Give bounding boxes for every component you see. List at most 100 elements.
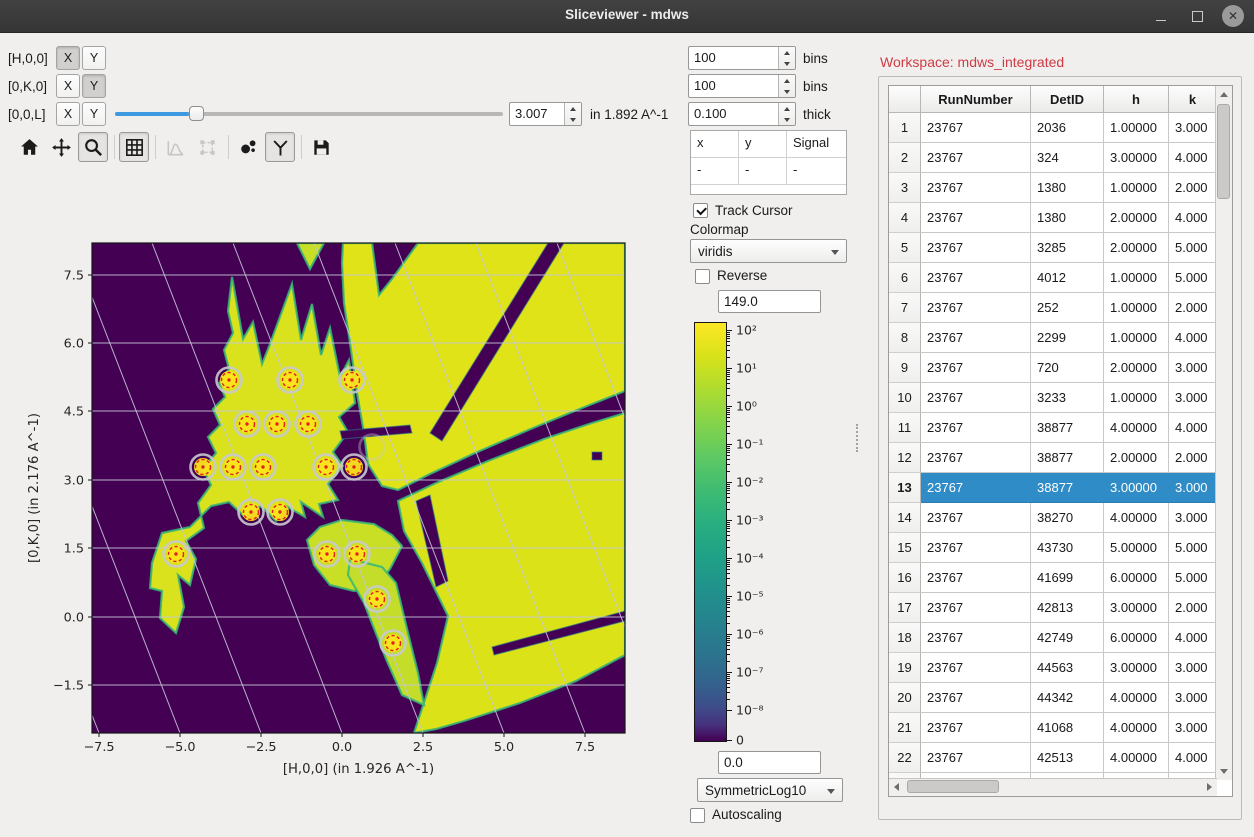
table-cell[interactable]: 23767 <box>921 503 1031 533</box>
table-row[interactable]: 52376732852.000005.000 <box>889 233 1217 263</box>
slice-slider[interactable] <box>115 102 503 126</box>
table-cell[interactable]: 2.00000 <box>1104 443 1169 473</box>
scroll-down-icon[interactable] <box>1220 769 1228 774</box>
table-cell[interactable]: 23767 <box>921 593 1031 623</box>
table-cell[interactable]: 3.00000 <box>1104 593 1169 623</box>
slider-handle[interactable] <box>189 106 204 121</box>
table-row[interactable]: 1923767445633.000003.000 <box>889 653 1217 683</box>
minimize-button[interactable] <box>1150 5 1172 27</box>
table-cell[interactable]: 23767 <box>921 473 1031 503</box>
table-cell[interactable]: 42749 <box>1031 623 1104 653</box>
table-cell[interactable]: 4.00000 <box>1104 683 1169 713</box>
table-cell[interactable]: 2.000 <box>1169 173 1217 203</box>
table-cell[interactable]: 324 <box>1031 143 1104 173</box>
thickness-spinbox[interactable]: 0.100 <box>688 102 796 126</box>
table-row[interactable]: 1823767427496.000004.000 <box>889 623 1217 653</box>
track-cursor-checkbox[interactable] <box>693 203 708 218</box>
table-cell[interactable]: 1380 <box>1031 173 1104 203</box>
table-cell[interactable]: 23767 <box>921 683 1031 713</box>
row-header[interactable]: 16 <box>889 563 921 593</box>
table-cell[interactable]: 3.000 <box>1169 353 1217 383</box>
table-cell[interactable]: 3.000 <box>1169 713 1217 743</box>
table-cell[interactable]: 41699 <box>1031 563 1104 593</box>
table-row[interactable]: 1123767388774.000004.000 <box>889 413 1217 443</box>
table-row[interactable]: 32376713801.000002.000 <box>889 173 1217 203</box>
table-cell[interactable]: 1.00000 <box>1104 263 1169 293</box>
row-header[interactable]: 20 <box>889 683 921 713</box>
row-header[interactable]: 9 <box>889 353 921 383</box>
reverse-checkbox[interactable] <box>695 269 710 284</box>
splitter-handle[interactable] <box>856 424 861 452</box>
bins-x-value[interactable]: 100 <box>689 47 778 69</box>
table-row[interactable]: 2023767443424.000003.000 <box>889 683 1217 713</box>
table-row[interactable]: 1523767437305.000005.000 <box>889 533 1217 563</box>
table-cell[interactable]: 5.000 <box>1169 533 1217 563</box>
table-cell[interactable]: 1.00000 <box>1104 383 1169 413</box>
table-cell[interactable]: 23767 <box>921 173 1031 203</box>
table-cell[interactable]: 23767 <box>921 263 1031 293</box>
table-cell[interactable]: 4.00000 <box>1104 503 1169 533</box>
table-cell[interactable]: 3.000 <box>1169 383 1217 413</box>
table-row[interactable]: 2237673243.000004.000 <box>889 143 1217 173</box>
table-cell[interactable]: 720 <box>1031 353 1104 383</box>
table-cell[interactable]: 2.000 <box>1169 443 1217 473</box>
table-row[interactable]: 1723767428133.000002.000 <box>889 593 1217 623</box>
table-cell[interactable]: 42813 <box>1031 593 1104 623</box>
spin-up-icon[interactable] <box>779 103 795 114</box>
row-header[interactable]: 19 <box>889 653 921 683</box>
row-header[interactable]: 6 <box>889 263 921 293</box>
row-header[interactable]: 18 <box>889 623 921 653</box>
table-cell[interactable]: 23767 <box>921 743 1031 773</box>
spin-arrows[interactable] <box>778 47 795 69</box>
spin-up-icon[interactable] <box>779 75 795 86</box>
table-cell[interactable]: 41068 <box>1031 713 1104 743</box>
table-cell[interactable]: 23767 <box>921 653 1031 683</box>
table-cell[interactable]: 252 <box>1031 293 1104 323</box>
slice-value-spinbox[interactable]: 3.007 <box>509 102 582 126</box>
column-header-detid[interactable]: DetID <box>1031 86 1104 113</box>
table-row[interactable]: 1623767416996.000005.000 <box>889 563 1217 593</box>
table-row[interactable]: 1223767388772.000002.000 <box>889 443 1217 473</box>
table-cell[interactable]: 4.000 <box>1169 143 1217 173</box>
table-cell[interactable]: 2.00000 <box>1104 353 1169 383</box>
table-cell[interactable]: 1.00000 <box>1104 323 1169 353</box>
table-cell[interactable]: 6.00000 <box>1104 563 1169 593</box>
table-cell[interactable]: 38270 <box>1031 503 1104 533</box>
row-header[interactable]: 3 <box>889 173 921 203</box>
table-cell[interactable]: 4.000 <box>1169 323 1217 353</box>
table-cell[interactable]: 23767 <box>921 413 1031 443</box>
table-cell[interactable]: 43730 <box>1031 533 1104 563</box>
scroll-right-icon[interactable] <box>1207 783 1212 791</box>
colormap-select[interactable]: viridis <box>690 239 847 263</box>
table-cell[interactable]: 23767 <box>921 383 1031 413</box>
dim-00l-x-button[interactable]: X <box>56 102 80 126</box>
spin-down-icon[interactable] <box>565 114 581 125</box>
table-cell[interactable]: 3233 <box>1031 383 1104 413</box>
table-cell[interactable]: 1.00000 <box>1104 293 1169 323</box>
row-header[interactable]: 1 <box>889 113 921 143</box>
table-cell[interactable]: 3.000 <box>1169 653 1217 683</box>
table-cell[interactable]: 4.00000 <box>1104 413 1169 443</box>
row-header[interactable]: 12 <box>889 443 921 473</box>
table-row[interactable]: 2123767410684.000003.000 <box>889 713 1217 743</box>
table-cell[interactable]: 44563 <box>1031 653 1104 683</box>
peaks-overlay-button[interactable] <box>233 132 263 162</box>
colorbar[interactable] <box>694 322 727 742</box>
column-header-k[interactable]: k <box>1169 86 1217 113</box>
spin-arrows[interactable] <box>778 75 795 97</box>
table-row[interactable]: 7237672521.000002.000 <box>889 293 1217 323</box>
table-cell[interactable]: 2299 <box>1031 323 1104 353</box>
table-cell[interactable]: 3.000 <box>1169 473 1217 503</box>
table-cell[interactable]: 4.000 <box>1169 743 1217 773</box>
table-row[interactable]: 2223767425134.000004.000 <box>889 743 1217 773</box>
table-cell[interactable]: 4.000 <box>1169 203 1217 233</box>
colorbar-min-input[interactable]: 0.0 <box>718 751 821 774</box>
row-header[interactable]: 5 <box>889 233 921 263</box>
row-header[interactable]: 8 <box>889 323 921 353</box>
dim-0k0-y-button[interactable]: Y <box>82 74 106 98</box>
row-header[interactable]: 14 <box>889 503 921 533</box>
dim-h00-y-button[interactable]: Y <box>82 46 106 70</box>
save-button[interactable] <box>306 132 336 162</box>
table-row[interactable]: 42376713802.000004.000 <box>889 203 1217 233</box>
table-cell[interactable]: 3.00000 <box>1104 143 1169 173</box>
